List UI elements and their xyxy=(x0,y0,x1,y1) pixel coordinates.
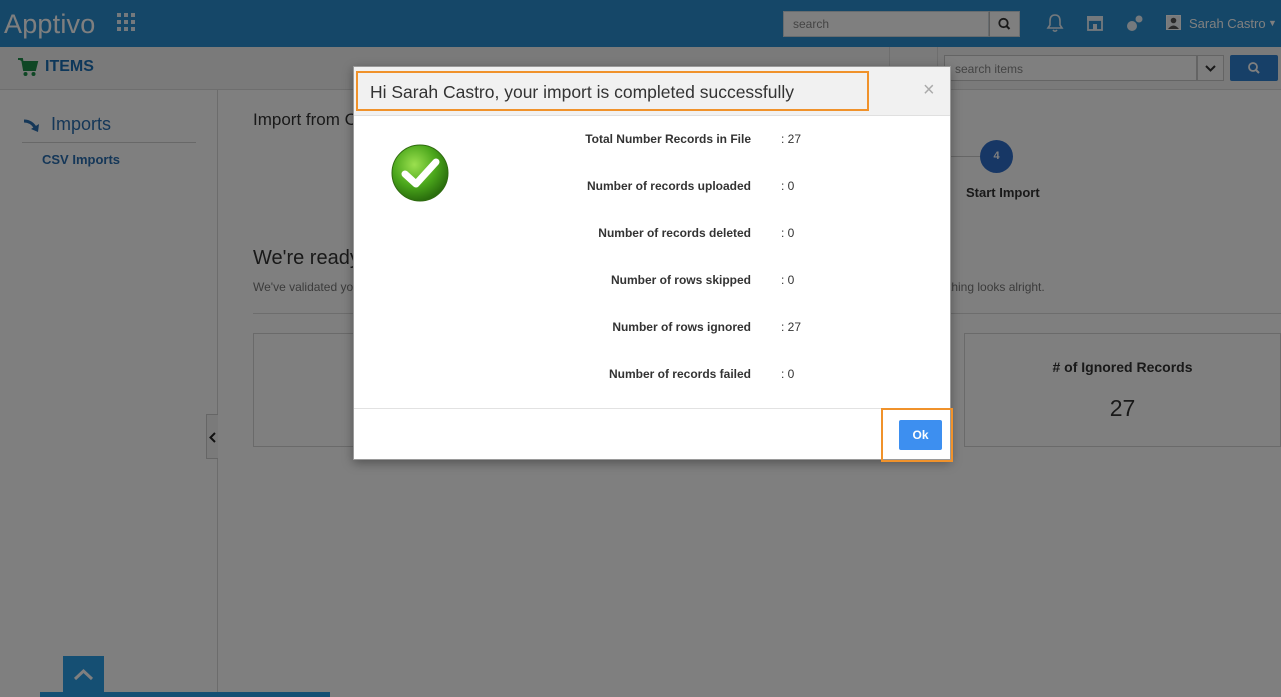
dialog-header: Hi Sarah Castro, your import is complete… xyxy=(354,67,950,116)
stat-value: : 27 xyxy=(781,132,802,146)
close-icon[interactable]: × xyxy=(923,79,935,102)
stat-value: : 0 xyxy=(781,226,795,240)
stat-label: Total Number Records in File xyxy=(585,132,751,146)
stat-label: Number of records deleted xyxy=(598,226,751,240)
dialog-footer-divider xyxy=(354,408,950,409)
stat-value: : 0 xyxy=(781,367,795,381)
stat-label: Number of records uploaded xyxy=(586,179,751,193)
stat-label: Number of rows ignored xyxy=(612,320,751,334)
stat-label: Number of records failed xyxy=(608,367,751,381)
stat-value: : 27 xyxy=(781,320,802,334)
stat-label: Number of rows skipped xyxy=(610,273,751,287)
stat-value: : 0 xyxy=(781,273,795,287)
ok-button[interactable]: Ok xyxy=(899,420,942,450)
stat-value: : 0 xyxy=(781,179,795,193)
success-check-icon xyxy=(391,144,449,202)
import-complete-dialog: Hi Sarah Castro, your import is complete… xyxy=(353,66,953,462)
dialog-title: Hi Sarah Castro, your import is complete… xyxy=(356,71,869,111)
